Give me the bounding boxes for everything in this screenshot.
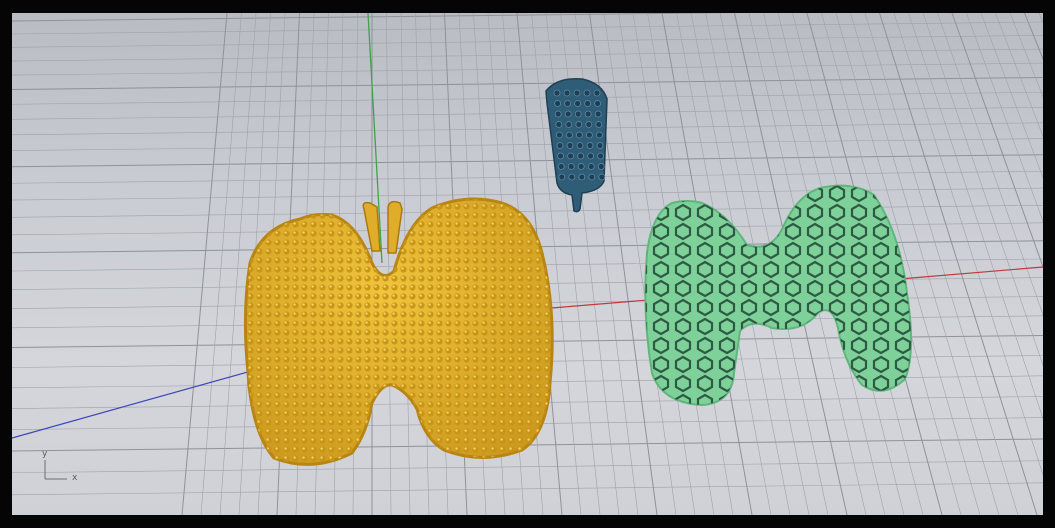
- bail-bead: [575, 121, 583, 128]
- textured-pendant[interactable]: [243, 197, 554, 466]
- bail-bead: [574, 110, 582, 118]
- grid-line: [12, 205, 1043, 218]
- bail-bead: [594, 100, 601, 107]
- bail-bead: [564, 100, 571, 107]
- bail-bead: [553, 89, 561, 97]
- bail-bead: [577, 163, 585, 170]
- lattice-holes: [645, 185, 912, 405]
- bail-bead: [554, 100, 561, 107]
- bail-bead: [576, 131, 583, 139]
- bail-bead: [558, 173, 566, 181]
- axis-widget-y-label: y: [42, 449, 48, 459]
- pendant-bail[interactable]: [545, 78, 608, 213]
- z-axis-line: [12, 367, 263, 439]
- bail-bead: [577, 152, 584, 160]
- axis-widget-x-label: x: [72, 473, 78, 483]
- grid-line: [12, 187, 1043, 201]
- grid-line: [12, 13, 743, 22]
- bail-bead: [597, 152, 604, 160]
- bail-bead: [567, 152, 574, 160]
- bail-bead: [597, 163, 605, 170]
- bail-bead: [576, 142, 584, 149]
- grid-line: [1024, 13, 1043, 61]
- bail-bead: [556, 142, 564, 149]
- bail-bead: [598, 173, 606, 181]
- grid-line: [12, 91, 1043, 105]
- bail-bead: [566, 142, 574, 149]
- bail-bead: [556, 131, 563, 139]
- bail-bead: [596, 131, 603, 139]
- bail-bead: [567, 163, 575, 170]
- grid-line: [12, 107, 1043, 120]
- bail-bead: [594, 110, 602, 118]
- grid-line: [181, 13, 228, 515]
- bail-bead: [566, 131, 573, 139]
- grid-line: [12, 170, 1043, 184]
- bail-bead: [578, 173, 586, 181]
- bail-bead: [563, 89, 571, 97]
- grid-line: [12, 77, 1043, 90]
- bail-bead: [596, 142, 604, 149]
- bail-bead: [584, 100, 591, 107]
- grid-line: [12, 154, 1043, 168]
- bail-bead: [565, 121, 573, 128]
- bail-bead: [586, 131, 593, 139]
- grid-line: [200, 13, 242, 515]
- pendant-texture: [245, 199, 553, 465]
- grid-line: [12, 48, 1043, 62]
- axis-widget: [44, 460, 67, 480]
- lattice-pendant[interactable]: [644, 184, 912, 407]
- bail-bead: [554, 110, 562, 118]
- grid-line: [386, 13, 392, 515]
- bail-bead: [555, 121, 563, 128]
- bail-bead: [593, 89, 601, 97]
- bail-bead: [564, 110, 572, 118]
- grid-line: [12, 21, 1043, 35]
- bail-bead: [557, 163, 565, 170]
- bail-bead: [588, 173, 596, 181]
- bail-bead: [587, 163, 595, 170]
- bail-bead: [587, 152, 594, 160]
- grid-line: [12, 62, 1043, 76]
- bail-bead: [573, 89, 581, 97]
- grid-line: [12, 482, 1043, 496]
- window-frame: y x: [0, 0, 1055, 528]
- perspective-viewport[interactable]: y x: [12, 13, 1043, 515]
- bail-bead: [583, 89, 591, 97]
- grid-line: [12, 460, 1043, 474]
- bail-bead: [585, 121, 593, 128]
- bail-bead: [586, 142, 594, 149]
- bail-bead: [557, 152, 564, 160]
- bail-bead: [574, 100, 581, 107]
- bail-bead: [595, 121, 603, 128]
- viewport-canvas[interactable]: [12, 13, 1043, 515]
- bail-bead: [584, 110, 592, 118]
- bail-bead: [568, 173, 576, 181]
